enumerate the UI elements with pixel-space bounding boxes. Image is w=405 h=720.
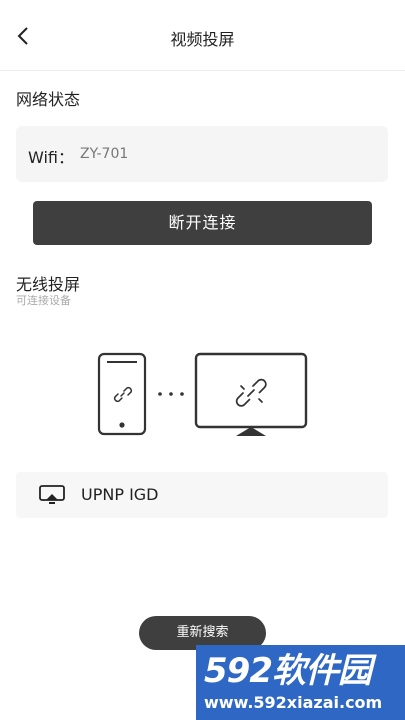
page-title: 视频投屏 xyxy=(170,30,235,49)
wifi-label: Wifi： xyxy=(28,148,74,167)
watermark-brand: 592软件园 xyxy=(204,651,372,691)
tv-icon xyxy=(194,352,308,436)
phone-tv-connection-illustration xyxy=(97,352,308,436)
wifi-value: ZY-701 xyxy=(80,146,129,162)
screen-mirroring-page: 视频投屏 网络状态 Wifi： ZY-701 断开连接 无线投屏 可连接设备 U… xyxy=(0,0,405,720)
header: 视频投屏 xyxy=(0,0,405,72)
disconnect-button[interactable]: 断开连接 xyxy=(33,201,372,245)
device-list-item[interactable]: UPNP IGD xyxy=(16,472,388,518)
ellipsis-icon xyxy=(158,392,184,396)
wifi-status-card: Wifi： ZY-701 xyxy=(16,126,388,182)
network-status-title: 网络状态 xyxy=(16,90,81,109)
cast-screen-icon xyxy=(39,485,65,504)
watermark-logo: 592软件园 www.592xiazai.com xyxy=(196,645,405,720)
device-name: UPNP IGD xyxy=(81,485,159,504)
header-divider xyxy=(0,70,405,71)
available-devices-subtitle: 可连接设备 xyxy=(16,294,71,307)
phone-icon xyxy=(97,352,147,436)
watermark-url: www.592xiazai.com xyxy=(204,693,383,712)
